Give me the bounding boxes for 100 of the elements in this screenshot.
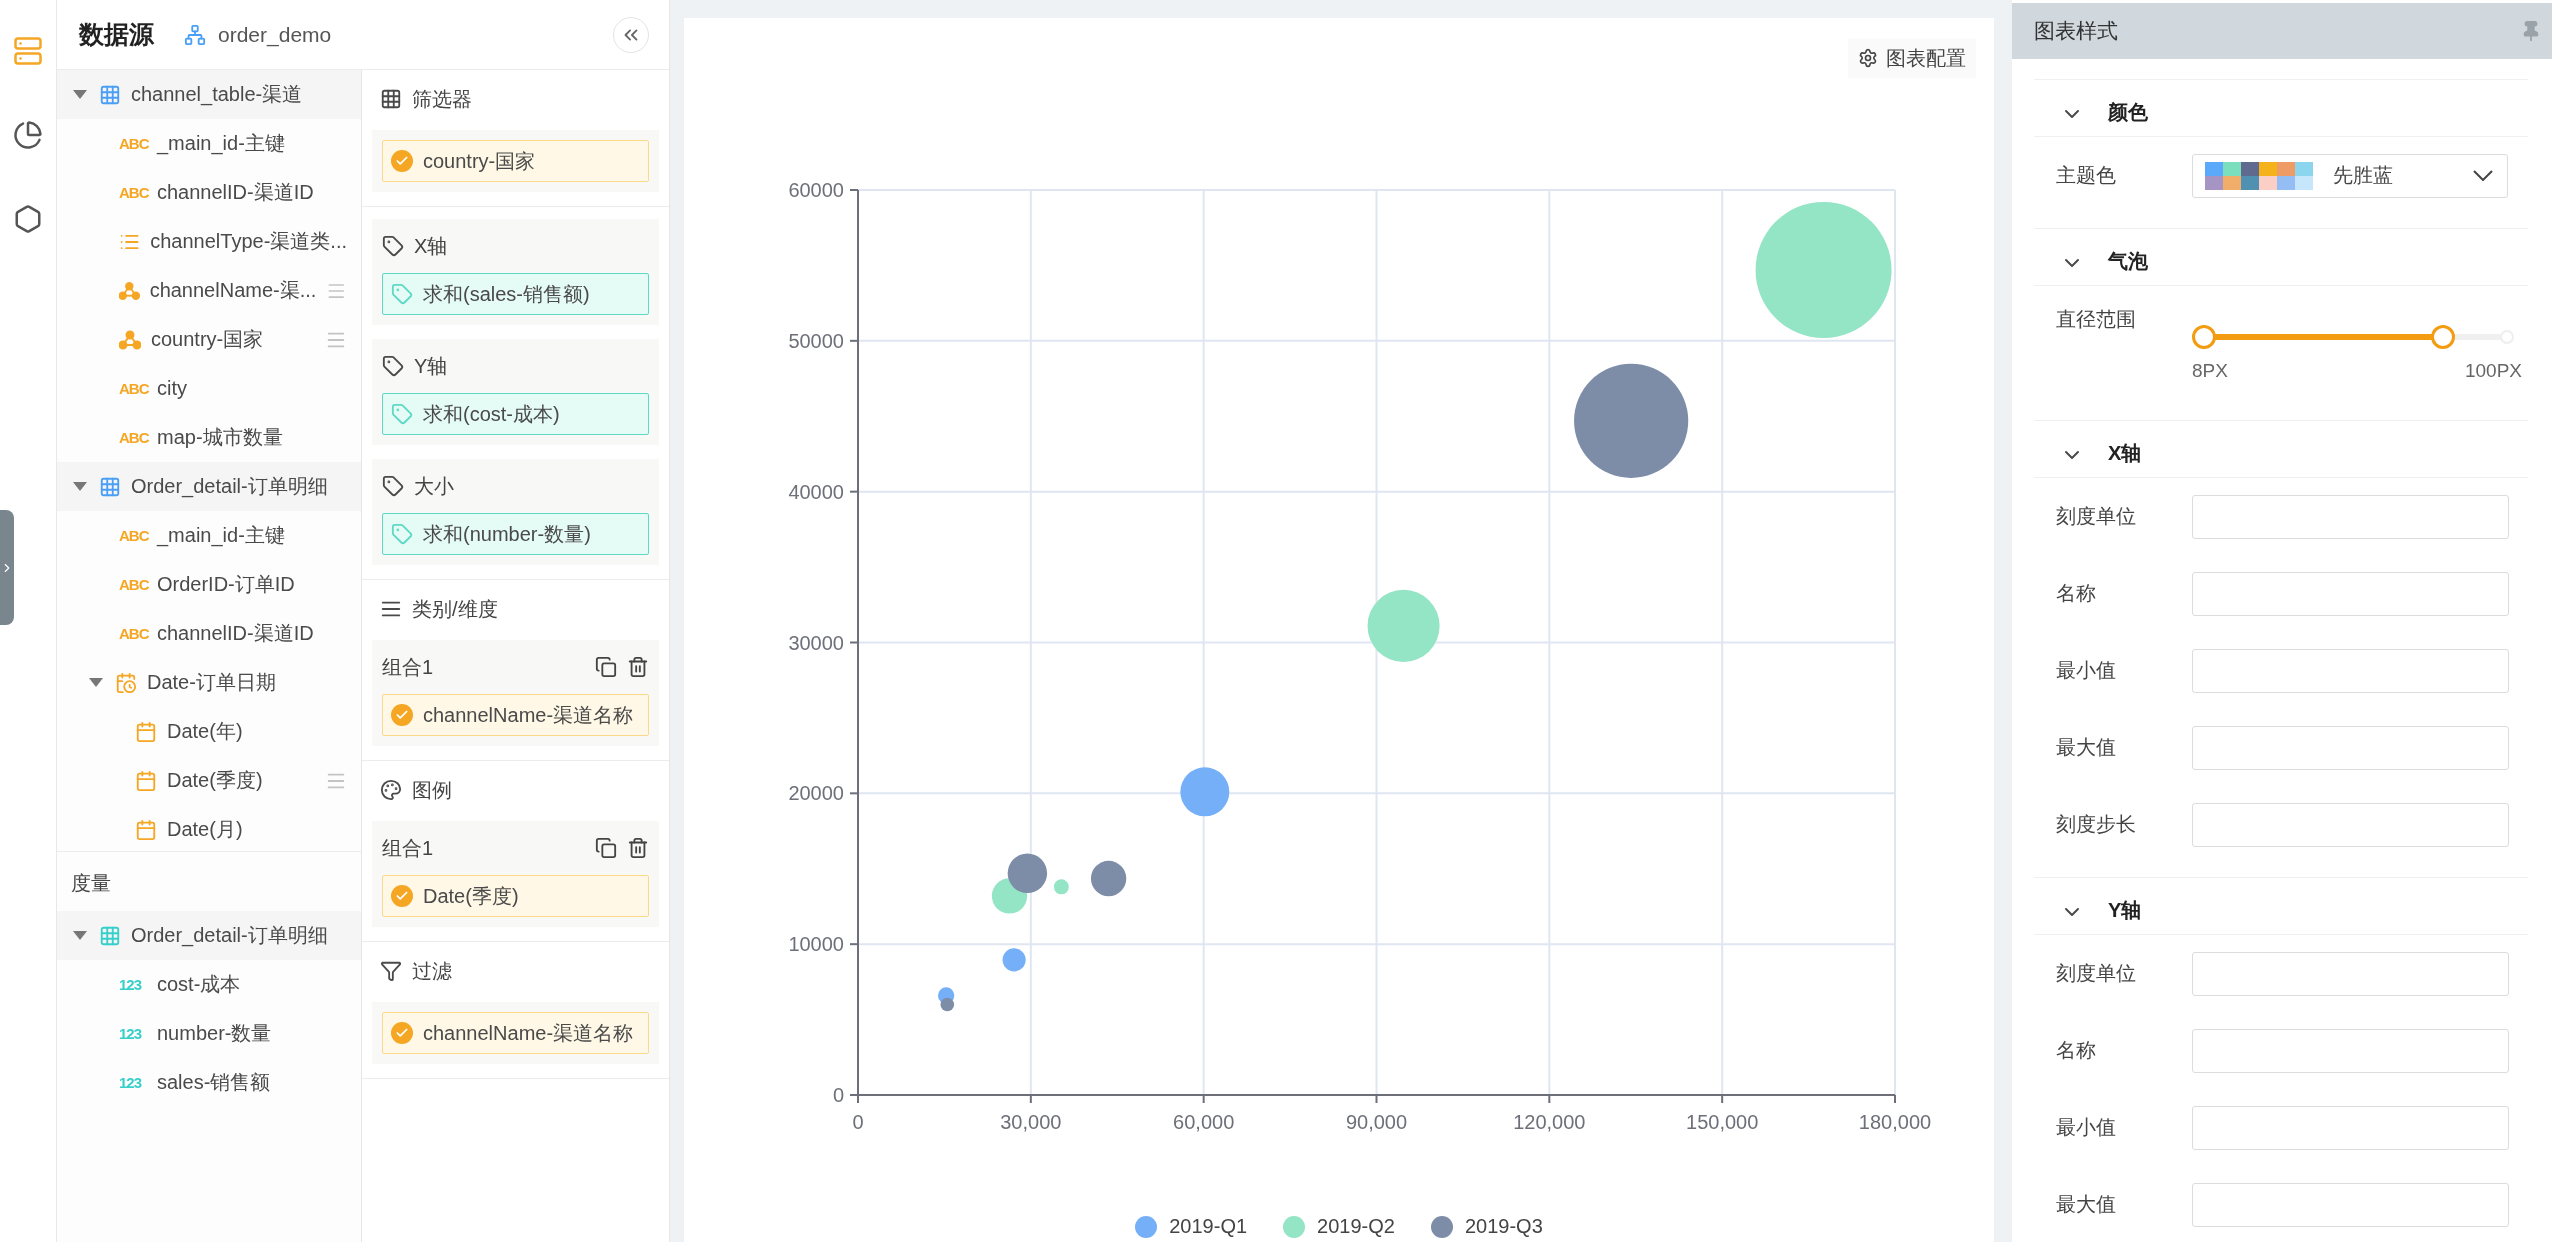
bubble[interactable] xyxy=(1090,860,1127,897)
type-tag: ABC xyxy=(119,184,147,201)
section-title: X轴 xyxy=(2108,441,2142,466)
slot-title: 大小 xyxy=(414,473,454,499)
type-tag: ABC xyxy=(119,625,147,642)
field-name: Date(年) xyxy=(167,719,244,744)
legend-label[interactable]: 2019-Q3 xyxy=(1464,1215,1543,1238)
field-name: channelType-渠道类... xyxy=(150,229,347,254)
tree-item[interactable]: Date(季度) xyxy=(57,756,361,805)
bubble[interactable] xyxy=(1053,879,1069,895)
field-chip[interactable]: 求和(cost-成本) xyxy=(382,393,649,435)
tree-item[interactable]: Order_detail-订单明细 xyxy=(57,462,361,511)
tree-item[interactable]: ABC _main_id-主键 xyxy=(57,119,361,168)
field-name: map-城市数量 xyxy=(157,425,284,450)
field-label: 最大值 xyxy=(2055,735,2117,760)
input-field[interactable] xyxy=(2192,951,2509,996)
tree-item[interactable]: 123 cost-成本 xyxy=(57,960,361,1009)
bubble[interactable] xyxy=(1574,363,1689,478)
nodes-icon xyxy=(119,280,140,301)
type-tag: ABC xyxy=(119,135,147,152)
collapse-button[interactable] xyxy=(613,16,649,53)
tag-icon xyxy=(382,355,404,377)
field-label: 主题色 xyxy=(2055,163,2117,188)
bubble[interactable] xyxy=(1180,767,1230,817)
field-chip[interactable]: country-国家 xyxy=(382,140,649,182)
tree-item[interactable]: ABC city xyxy=(57,364,361,413)
axis-label: 10000 xyxy=(788,933,844,956)
bubble[interactable] xyxy=(1007,853,1048,893)
field-label: 最小值 xyxy=(2055,658,2117,683)
tree-item[interactable]: Date-订单日期 xyxy=(57,658,361,707)
legend-label[interactable]: 2019-Q1 xyxy=(1169,1215,1248,1238)
tree-item[interactable]: country-国家 xyxy=(57,315,361,364)
type-tag: 123 xyxy=(119,976,147,993)
type-tag: ABC xyxy=(119,380,147,397)
calendar-clock-icon xyxy=(115,671,137,694)
axis-label: 30000 xyxy=(788,631,844,654)
field-chip[interactable]: channelName-渠道名称 xyxy=(382,694,649,736)
input-field[interactable] xyxy=(2192,1182,2509,1227)
tree-item[interactable]: channel_table-渠道 xyxy=(57,70,361,119)
legend-dot[interactable] xyxy=(1135,1215,1158,1238)
field-label: 刻度步长 xyxy=(2055,812,2137,837)
tree-item[interactable]: Date(月) xyxy=(57,805,361,851)
input-field[interactable] xyxy=(2192,648,2509,693)
field-chip[interactable]: Date(季度) xyxy=(382,875,649,917)
bubble[interactable] xyxy=(940,997,955,1012)
nav-button[interactable] xyxy=(11,118,45,152)
slider-thumb[interactable] xyxy=(2430,325,2455,349)
tree-item[interactable]: Date(年) xyxy=(57,707,361,756)
field-label: 刻度单位 xyxy=(2055,504,2137,529)
copy-button[interactable] xyxy=(595,656,617,678)
field-chip[interactable]: channelName-渠道名称 xyxy=(382,1012,649,1054)
chart-config-button[interactable]: 图表配置 xyxy=(1848,38,1976,78)
tree-item[interactable]: channelName-渠... xyxy=(57,266,361,315)
tree-item[interactable]: ABC _main_id-主键 xyxy=(57,511,361,560)
table-icon xyxy=(380,88,402,110)
field-name: channelID-渠道ID xyxy=(157,621,315,646)
legend-dot[interactable] xyxy=(1430,1215,1453,1238)
input-field[interactable] xyxy=(2192,1105,2509,1150)
field-name: Date-订单日期 xyxy=(147,670,277,695)
delete-button[interactable] xyxy=(627,837,649,859)
field-chip[interactable]: 求和(sales-销售额) xyxy=(382,273,649,315)
expand-handle[interactable] xyxy=(0,510,14,625)
chevron-down-icon xyxy=(2473,170,2493,181)
type-tag: ABC xyxy=(119,527,147,544)
axis-label: 120,000 xyxy=(1513,1111,1586,1133)
check-icon xyxy=(391,885,413,907)
section-title: 过滤 xyxy=(412,958,452,984)
delete-button[interactable] xyxy=(627,656,649,678)
bubble[interactable] xyxy=(1367,589,1440,662)
group-title: 组合1 xyxy=(382,654,435,680)
field-name: Order_detail-订单明细 xyxy=(131,923,329,949)
input-field[interactable] xyxy=(2192,725,2509,770)
input-field[interactable] xyxy=(2192,1028,2509,1073)
tree-item[interactable]: ABC channelID-渠道ID xyxy=(57,168,361,217)
filter-icon xyxy=(380,960,402,982)
slider-thumb[interactable] xyxy=(2192,325,2216,349)
tree-item[interactable]: 123 number-数量 xyxy=(57,1009,361,1058)
legend-label[interactable]: 2019-Q2 xyxy=(1317,1215,1395,1238)
theme-select[interactable]: 先胜蓝 xyxy=(2192,153,2508,198)
input-field[interactable] xyxy=(2192,571,2509,616)
datasource-name: order_demo xyxy=(218,22,333,47)
section-title: 图例 xyxy=(412,777,452,803)
axis-label: 90,000 xyxy=(1345,1111,1408,1133)
input-field[interactable] xyxy=(2192,802,2509,847)
table-icon xyxy=(99,475,121,498)
tree-item[interactable]: 123 sales-销售额 xyxy=(57,1058,361,1107)
legend-dot[interactable] xyxy=(1283,1215,1306,1238)
tree-item[interactable]: ABC channelID-渠道ID xyxy=(57,609,361,658)
tree-item[interactable]: channelType-渠道类... xyxy=(57,217,361,266)
slot-title: Y轴 xyxy=(414,353,448,379)
field-name: country-国家 xyxy=(151,327,265,352)
bubble[interactable] xyxy=(1755,201,1892,338)
input-field[interactable] xyxy=(2192,494,2509,539)
field-chip[interactable]: 求和(number-数量) xyxy=(382,513,649,555)
tree-item[interactable]: ABC map-城市数量 xyxy=(57,413,361,462)
tree-item[interactable]: ABC OrderID-订单ID xyxy=(57,560,361,609)
section-title: 筛选器 xyxy=(412,86,472,112)
field-name: number-数量 xyxy=(157,1021,273,1046)
copy-button[interactable] xyxy=(595,837,617,859)
bubble[interactable] xyxy=(1002,948,1026,972)
